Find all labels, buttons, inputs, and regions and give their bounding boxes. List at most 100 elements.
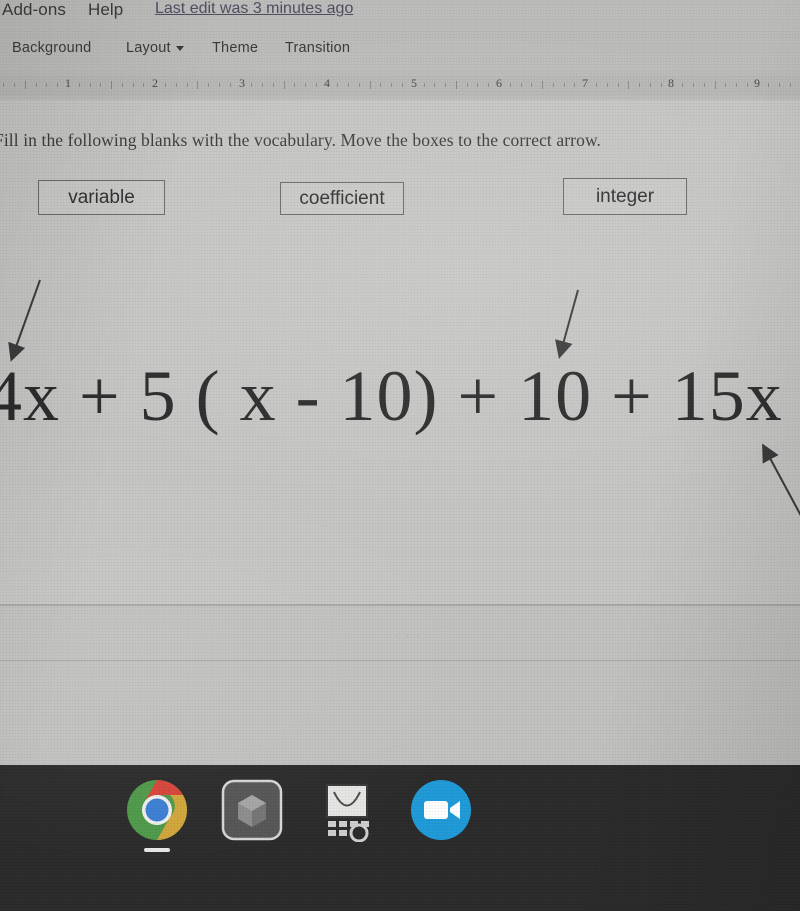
ruler-number: 6	[496, 76, 502, 90]
ruler-tick	[595, 83, 597, 87]
slide-instruction-text: Fill in the following blanks with the vo…	[0, 130, 602, 150]
ruler-tick	[768, 83, 770, 87]
ruler-tick	[261, 83, 263, 87]
ruler-tick	[175, 83, 177, 87]
layout-dropdown[interactable]: Layout	[126, 40, 184, 56]
ruler-tick	[121, 83, 123, 87]
ruler-tick	[779, 83, 781, 87]
vocab-box-label: integer	[595, 185, 655, 207]
ruler-tick	[692, 83, 694, 87]
ruler-number: 3	[239, 76, 245, 90]
ruler-tick	[164, 83, 166, 87]
ruler-tick	[24, 81, 26, 89]
horizontal-ruler[interactable]: 1 2 3 4 5 6 7 8 9	[0, 76, 800, 96]
ruler-tick	[315, 83, 317, 87]
ruler-tick	[143, 83, 145, 87]
menu-item-help[interactable]: Help	[88, 0, 123, 20]
transition-button[interactable]: Transition	[285, 40, 350, 56]
chromebook-screen-photo: Add-ons Help Last edit was 3 minutes ago…	[0, 0, 800, 911]
slides-toolbar: Background Layout Theme Transition	[0, 40, 800, 70]
ruler-tick	[305, 83, 307, 87]
ruler-tick	[78, 83, 80, 87]
ruler-tick	[337, 83, 339, 87]
vocab-box-label: coefficient	[299, 187, 385, 209]
ruler-number: 7	[582, 76, 588, 90]
ruler-tick	[14, 83, 16, 87]
layout-label: Layout	[126, 40, 171, 56]
shelf-item-calculator[interactable]	[315, 778, 379, 843]
ruler-tick	[111, 81, 113, 89]
ruler-tick	[423, 83, 425, 87]
ruler-tick	[186, 83, 188, 87]
ruler-tick	[455, 81, 457, 89]
ruler-tick	[703, 83, 705, 87]
ruler-tick	[660, 83, 662, 87]
ruler-tick	[434, 83, 436, 87]
vocab-box-variable[interactable]: variable	[38, 180, 165, 215]
ruler-tick	[358, 83, 360, 87]
next-slide-divider	[0, 660, 800, 661]
ruler-tick	[348, 83, 350, 87]
math-expression[interactable]: 4x + 5 ( x - 10) + 10 + 15x	[0, 355, 800, 438]
ruler-tick	[402, 83, 404, 87]
ruler-tick	[682, 83, 684, 87]
ruler-tick	[208, 83, 210, 87]
ruler-tick	[57, 83, 59, 87]
vocab-box-label: variable	[68, 186, 135, 208]
ruler-tick	[251, 83, 253, 87]
ruler-tick	[552, 83, 554, 87]
calculator-icon	[326, 784, 369, 843]
ruler-tick	[736, 83, 738, 87]
zoom-icon	[411, 780, 471, 840]
ruler-tick	[3, 83, 5, 87]
background-button[interactable]: Background	[12, 40, 91, 56]
last-edit-status[interactable]: Last edit was 3 minutes ago	[155, 0, 353, 18]
ruler-tick	[488, 83, 490, 87]
ruler-tick	[218, 83, 220, 87]
shelf-item-zoom[interactable]	[409, 778, 473, 842]
ruler-tick	[606, 83, 608, 87]
ruler-number: 1	[65, 76, 71, 90]
ruler-tick	[574, 83, 576, 87]
shelf-item-chrome[interactable]	[125, 778, 189, 842]
ruler-tick	[466, 83, 468, 87]
menu-bar: Add-ons Help Last edit was 3 minutes ago	[0, 0, 800, 30]
ruler-tick	[132, 83, 134, 87]
ruler-tick	[746, 83, 748, 87]
ruler-tick	[477, 83, 479, 87]
ruler-tick	[100, 83, 102, 87]
ruler-tick	[197, 81, 199, 89]
vocab-box-integer[interactable]: integer	[563, 178, 687, 215]
ruler-tick	[789, 83, 791, 87]
ruler-tick	[531, 83, 533, 87]
ruler-tick	[714, 81, 716, 89]
ruler-tick	[229, 83, 231, 87]
ruler-tick	[509, 83, 511, 87]
ruler-tick	[369, 81, 371, 89]
ruler-tick	[445, 83, 447, 87]
ruler-tick	[628, 81, 630, 89]
ruler-number: 2	[152, 76, 158, 90]
ruler-tick	[563, 83, 565, 87]
cube-app-icon	[221, 779, 283, 841]
faint-screen-artifact: · · ·	[395, 630, 423, 642]
ruler-tick	[46, 83, 48, 87]
ruler-number: 9	[754, 76, 760, 90]
ruler-tick	[617, 83, 619, 87]
google-slides-window: Add-ons Help Last edit was 3 minutes ago…	[0, 0, 800, 765]
ruler-tick	[391, 83, 393, 87]
ruler-tick	[89, 83, 91, 87]
chevron-down-icon	[175, 45, 184, 51]
ruler-tick	[520, 83, 522, 87]
ruler-tick	[542, 81, 544, 89]
theme-button[interactable]: Theme	[212, 40, 258, 56]
ruler-tick	[272, 83, 274, 87]
ruler-tick	[283, 81, 285, 89]
chromeos-shelf[interactable]	[0, 765, 800, 911]
shelf-item-cube-app[interactable]	[220, 778, 284, 842]
slide-canvas[interactable]: Fill in the following blanks with the vo…	[0, 100, 800, 605]
ruler-number: 8	[668, 76, 674, 90]
vocab-box-coefficient[interactable]: coefficient	[280, 182, 404, 215]
ruler-number: 4	[324, 76, 330, 90]
menu-item-add-ons[interactable]: Add-ons	[2, 0, 66, 20]
